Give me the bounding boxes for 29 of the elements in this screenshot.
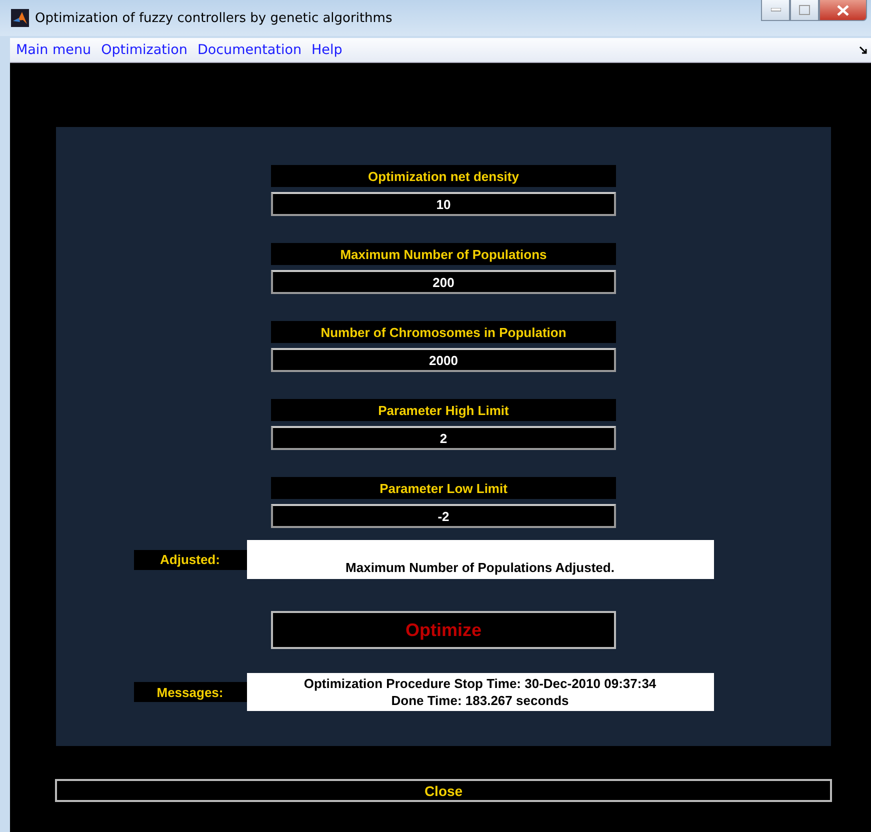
parameter-field[interactable]: 200 (271, 270, 616, 294)
close-button[interactable] (819, 0, 867, 21)
menu-item[interactable]: Help (312, 42, 342, 58)
minimize-button[interactable] (761, 0, 790, 21)
messages-label: Messages: (134, 682, 246, 702)
menu-item[interactable]: Documentation (197, 42, 302, 58)
parameter-field[interactable]: -2 (271, 504, 616, 528)
parameter-field[interactable]: 2000 (271, 348, 616, 372)
parameter-label: Number of Chromosomes in Population (271, 321, 616, 343)
menu-item[interactable]: Optimization (101, 42, 188, 58)
parameter-field[interactable]: 10 (271, 192, 616, 216)
dock-arrow-icon[interactable] (859, 46, 867, 54)
menu-item[interactable]: Main menu (16, 42, 92, 58)
parameter-label: Optimization net density (271, 165, 616, 187)
parameter-label: Parameter High Limit (271, 399, 616, 421)
maximize-button[interactable] (790, 0, 819, 21)
window-title: Optimization of fuzzy controllers by genetic algorithms (35, 10, 392, 26)
parameter-label: Parameter Low Limit (271, 477, 616, 499)
maximize-icon (799, 5, 810, 15)
adjusted-label: Adjusted: (134, 550, 246, 570)
adjusted-message: Maximum Number of Populations Adjusted. (246, 540, 714, 579)
minimize-icon (770, 8, 780, 12)
parameter-label: Maximum Number of Populations (271, 243, 616, 265)
close-app-button[interactable]: Close (55, 779, 832, 802)
close-icon (837, 4, 849, 16)
message-line: Optimization Procedure Stop Time: 30-Dec-2010 09:37:34 (302, 675, 658, 692)
message-line: Done Time: 183.267 seconds (390, 692, 570, 709)
parameter-field[interactable]: 2 (271, 426, 616, 450)
app-logo-icon (11, 9, 29, 27)
